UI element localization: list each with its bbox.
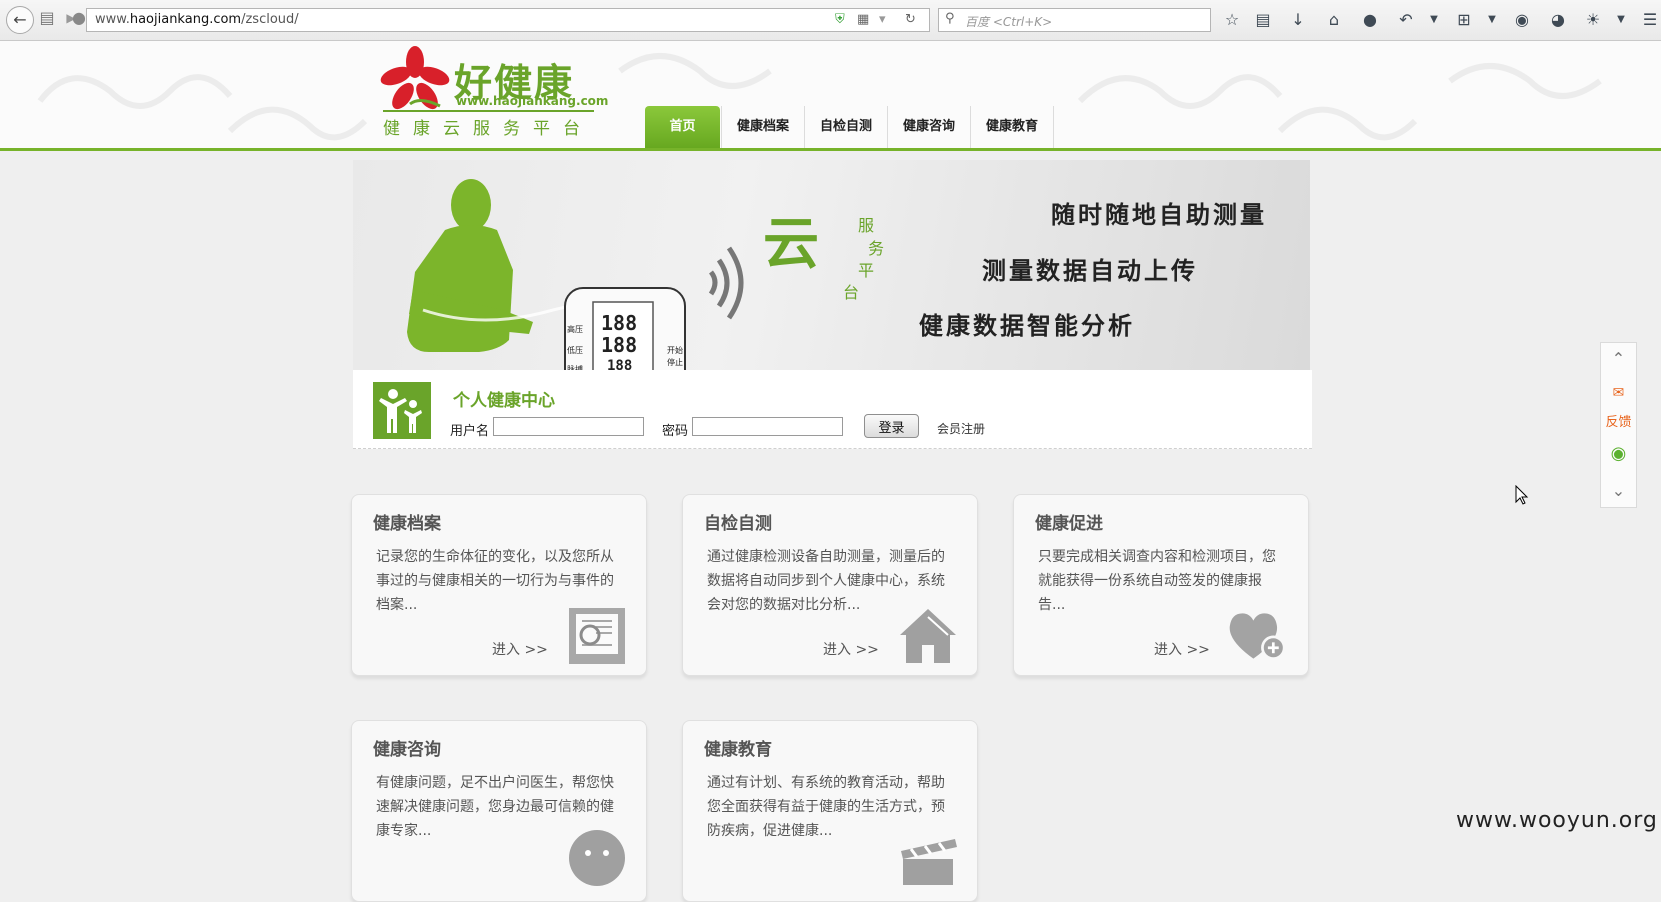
card-consultation[interactable]: 健康咨询 有健康问题，足不出户问医生，帮您快速解决健康问题，您身边最可信赖的健康… [351,720,647,902]
nav-item-education[interactable]: 健康教育 [970,106,1054,148]
service-char-4: 台 [843,283,860,302]
clapper-icon [901,839,957,885]
comment-icon[interactable]: ◉ [1511,9,1533,31]
nav-item-health-records[interactable]: 健康档案 [721,106,804,148]
chevron-down-icon[interactable]: ▼ [1610,9,1632,31]
card-title: 健康咨询 [373,740,441,760]
side-float-toolbar: ⌃ ✉ 反馈 ◉ ⌄ [1600,342,1637,508]
watermark: www.wooyun.org [1456,808,1658,833]
cloud-logo-glyph: 云 [763,212,819,277]
family-icon [373,382,431,439]
reading-list-icon[interactable]: ▤ [1252,9,1274,31]
password-label: 密码 [662,424,689,439]
face-icon [569,830,625,886]
wechat-icon[interactable]: ◉ [1601,443,1636,464]
menu-icon[interactable]: ☰ [1639,9,1661,31]
logo-divider [383,110,594,112]
device-label-start: 开始 [667,345,683,355]
nav-item-home[interactable]: 首页 [645,106,720,148]
card-health-records[interactable]: 健康档案 记录您的生命体征的变化，以及您所从事过的与健康相关的一切行为与事件的档… [351,494,647,676]
device-digits-systolic: 188 [601,311,637,335]
logo-flower-icon [380,46,450,110]
service-char-1: 服 [858,216,875,235]
undo-icon[interactable]: ↶ [1395,9,1417,31]
register-link[interactable]: 会员注册 [937,420,985,437]
login-panel: 个人健康中心 用户名 密码 登录 会员注册 [353,370,1312,449]
heart-plus-icon [1229,613,1286,661]
username-input[interactable] [493,417,644,436]
reload-icon[interactable]: ↻ [905,12,916,27]
chat-bubble-icon[interactable]: ● [1359,9,1381,31]
banner-tagline-3: 健康数据智能分析 [919,312,1135,340]
hero-banner: 高压 低压 脉搏 188 188 188 开始 停止 云 服 务 平 台 随时随… [353,160,1310,370]
card-education[interactable]: 健康教育 通过有计划、有系统的教育活动，帮助您全面获得有益于健康的生活方式，预防… [682,720,978,902]
card-health-promotion[interactable]: 健康促进 只要完成相关调查内容和检测项目，您就能获得一份系统自动签发的健康报告.… [1013,494,1309,676]
scroll-down-icon[interactable]: ⌄ [1601,481,1636,500]
chevron-down-icon[interactable]: ▼ [1481,9,1503,31]
download-icon[interactable]: ↓ [1287,9,1309,31]
device-label-diastolic: 低压 [567,345,583,355]
login-button[interactable]: 登录 [864,414,919,438]
card-enter-link[interactable]: 进入 >> [1154,639,1210,659]
shield-icon[interactable]: ⛨ [835,12,845,27]
back-button[interactable]: ← [6,6,34,34]
card-title: 健康促进 [1035,514,1103,534]
card-title: 健康教育 [704,740,772,760]
banner-tagline-1: 随时随地自助测量 [1051,201,1267,229]
feedback-icon[interactable]: ✉ [1601,385,1636,401]
card-enter-link[interactable]: 进入 >> [823,639,879,659]
url-text: www.haojiankang.com/zscloud/ [95,12,299,27]
device-digits-diastolic: 188 [601,333,637,357]
device-digits-pulse: 188 [607,358,632,370]
globe-down-icon[interactable]: ◕ [1547,9,1569,31]
nav-item-self-test[interactable]: 自检自测 [804,106,887,148]
bookmark-star-icon[interactable]: ☆ [1221,9,1243,31]
service-char-3: 平 [858,261,875,280]
search-placeholder: 百度 <Ctrl+K> [965,15,1053,29]
card-title: 自检自测 [704,514,772,534]
service-char-2: 务 [868,239,885,258]
address-bar[interactable]: www.haojiankang.com/zscloud/ ⛨ ▦ ▾ ↻ [86,8,930,32]
chevron-down-icon[interactable]: ▼ [1423,9,1445,31]
feedback-label[interactable]: 反馈 [1601,411,1636,430]
password-input[interactable] [692,417,843,436]
device-label-systolic: 高压 [567,324,583,334]
nav-item-consultation[interactable]: 健康咨询 [887,106,970,148]
logo-slogan: 健康云服务平台 [383,119,593,139]
mouse-cursor-icon [1515,485,1529,505]
card-title: 健康档案 [373,514,441,534]
extension-icon[interactable]: ☀ [1582,9,1604,31]
document-icon [569,608,625,664]
scroll-up-icon[interactable]: ⌃ [1601,349,1636,368]
username-label: 用户名 [450,424,490,439]
search-icon: ⚲ [945,11,955,26]
crop-icon[interactable]: ⊞ [1453,9,1475,31]
banner-tagline-2: 测量数据自动上传 [982,257,1198,285]
device-label-stop: 停止 [667,357,683,367]
browser-toolbar: ← ▤ ▶ ● www.haojiankang.com/zscloud/ ⛨ ▦… [0,0,1661,41]
logo-url: www.haojiankang.com [456,94,609,108]
house-icon [900,609,956,663]
search-bar[interactable]: ⚲ 百度 <Ctrl+K> [938,8,1211,32]
card-self-test[interactable]: 自检自测 通过健康检测设备自助测量，测量后的数据将自动同步到个人健康中心，系统会… [682,494,978,676]
tab-groups-icon[interactable]: ▤ [36,7,58,29]
home-icon[interactable]: ⌂ [1323,9,1345,31]
chevron-down-icon[interactable]: ▾ [879,12,886,27]
login-title: 个人健康中心 [453,391,555,411]
qr-code-icon[interactable]: ▦ [857,12,869,27]
card-enter-link[interactable]: 进入 >> [492,639,548,659]
